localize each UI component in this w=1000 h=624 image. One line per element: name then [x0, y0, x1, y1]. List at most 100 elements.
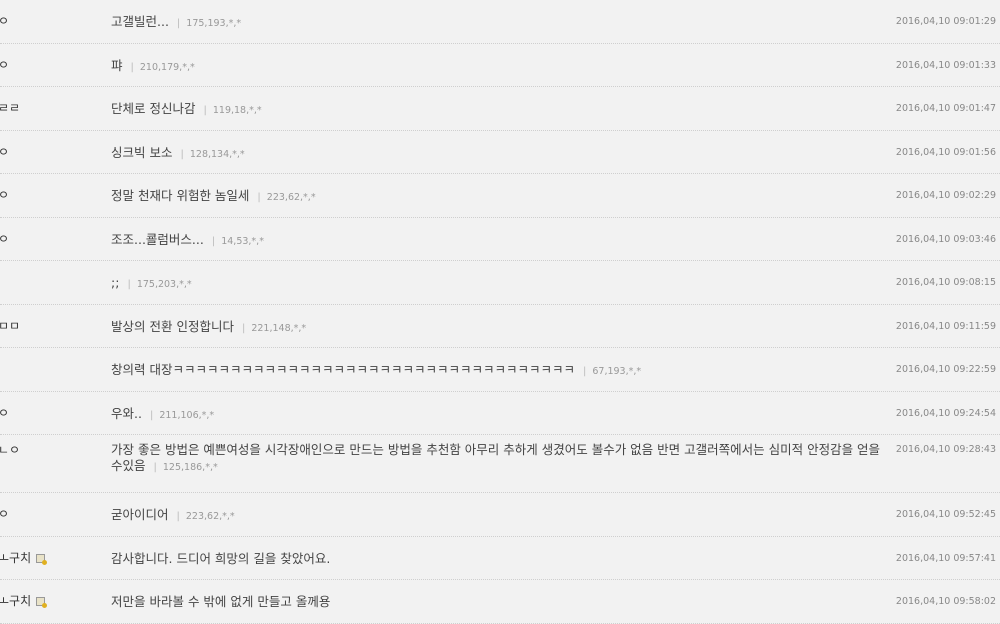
- comment-text: ;;: [111, 275, 120, 290]
- comment-ip: 223,62,*,*: [185, 511, 235, 522]
- ip-separator: |: [241, 322, 246, 334]
- comment-author-name[interactable]: ㅇ: [0, 14, 9, 28]
- comment-date: 2016,04,10 09:02:29: [895, 190, 996, 201]
- comment-author-name[interactable]: ㄹㄹ: [0, 101, 20, 115]
- comment-date: 2016,04,10 09:24:54: [895, 407, 996, 419]
- comment-text: 가장 좋은 방법은 예쁜여성을 시각장애인으로 만드는 방법을 추천함 아무리 …: [111, 442, 881, 473]
- comment-author-name[interactable]: ㅗ구치: [0, 594, 31, 608]
- comment-row: ㅇ 우와.. | 211,106,*,* 2016,04,10 09:24:54: [0, 392, 1000, 435]
- comment-date: 2016,04,10 09:58:02: [895, 596, 996, 607]
- comment-row: ㅁㅁ 발상의 전환 인정합니다 | 221,148,*,* 2016,04,10 09:…: [0, 305, 1000, 348]
- comment-author-name[interactable]: ㅇ: [0, 145, 9, 159]
- ip-separator: |: [153, 462, 157, 473]
- comment-author[interactable]: ㅇ: [0, 493, 9, 536]
- comment-author[interactable]: ㄹㄹ: [0, 87, 20, 130]
- comment-author-name[interactable]: ㅇ: [0, 58, 9, 72]
- comment-date: 2016,04,10 09:52:45: [895, 509, 996, 520]
- comment-content: 정말 천재다 위험한 놈일세 | 223,62,*,*: [111, 174, 881, 217]
- comment-author[interactable]: ㅗ구치: [0, 580, 48, 623]
- ip-separator: |: [203, 105, 207, 116]
- comment-ip: 221,148,*,*: [251, 322, 307, 334]
- comment-ip: 125,186,*,*: [162, 462, 218, 473]
- comment-date: 2016,04,10 09:01:56: [895, 146, 996, 158]
- comment-author[interactable]: ㄴㅇ: [0, 435, 20, 465]
- comment-date: 2016,04,10 09:08:15: [895, 277, 996, 288]
- comment-row: ㅇ 굳아이디어 | 223,62,*,* 2016,04,10 09:52:45: [0, 493, 1000, 537]
- comment-author-name[interactable]: ㅇ: [0, 406, 9, 420]
- comment-ip: 119,18,*,*: [212, 105, 262, 116]
- comment-author[interactable]: ㅇ: [0, 44, 9, 87]
- comment-content: 감사합니다. 드디어 희망의 길을 찾았어요.: [111, 537, 881, 580]
- comment-author-name[interactable]: ㄴㅇ: [0, 443, 20, 457]
- comment-author-name[interactable]: ㅇ: [0, 188, 9, 202]
- ip-separator: |: [176, 18, 181, 29]
- comment-text: 단체로 정신나감: [111, 101, 196, 116]
- comment-row: ㅇ 퍄 | 210,179,*,* 2016,04,10 09:01:33: [0, 44, 1000, 87]
- ip-separator: |: [582, 366, 587, 377]
- ip-separator: |: [257, 192, 261, 203]
- comment-text: 퍄: [111, 57, 123, 73]
- fixed-nick-icon: [36, 597, 48, 608]
- comment-text: 우와..: [111, 405, 142, 421]
- comment-date: 2016,04,10 09:28:43: [895, 444, 996, 455]
- comment-row: ㅗ구치 저만을 바라볼 수 밖에 없게 만들고 올께용 2016,04,10 09:…: [0, 580, 1000, 624]
- ip-separator: |: [180, 148, 184, 160]
- comment-date: 2016,04,10 09:57:41: [895, 552, 996, 564]
- comment-content: 단체로 정신나감 | 119,18,*,*: [111, 87, 881, 130]
- comment-list: ㅇ 고갤빌런... | 175,193,*,* 2016,04,10 09:01:29 ㅇ…: [0, 0, 1000, 624]
- comment-row: ㄹㄹ 단체로 정신나감 | 119,18,*,* 2016,04,10 09:01:47: [0, 87, 1000, 131]
- comment-text: 정말 천재다 위험한 놈일세: [111, 188, 250, 203]
- ip-separator: |: [176, 511, 180, 522]
- ip-separator: |: [149, 409, 154, 421]
- comment-content: 창의력 대장ㅋㅋㅋㅋㅋㅋㅋㅋㅋㅋㅋㅋㅋㅋㅋㅋㅋㅋㅋㅋㅋㅋㅋㅋㅋㅋㅋㅋㅋㅋㅋㅋㅋㅋ…: [111, 348, 881, 391]
- fixed-nick-icon: [36, 553, 48, 565]
- comment-row: ㅇ 조조...쿌럼버스... | 14,53,*,* 2016,04,10 09:03:…: [0, 218, 1000, 261]
- comment-author[interactable]: ㅇ: [0, 131, 9, 174]
- comment-ip: 223,62,*,*: [266, 192, 316, 203]
- ip-separator: |: [127, 279, 131, 290]
- comment-author-name[interactable]: ㅇ: [0, 232, 9, 246]
- comment-row: ㅇ 고갤빌런... | 175,193,*,* 2016,04,10 09:01:29: [0, 0, 1000, 44]
- comment-row: ㄴㅇ 가장 좋은 방법은 예쁜여성을 시각장애인으로 만드는 방법을 추천함 아무…: [0, 435, 1000, 493]
- comment-content: 발상의 전환 인정합니다 | 221,148,*,*: [111, 305, 881, 348]
- comment-date: 2016,04,10 09:01:47: [895, 103, 996, 114]
- comment-date: 2016,04,10 09:03:46: [895, 233, 996, 245]
- comment-ip: 67,193,*,*: [592, 366, 642, 377]
- comment-date: 2016,04,10 09:11:59: [895, 320, 996, 332]
- comment-content: 퍄 | 210,179,*,*: [111, 44, 881, 87]
- comment-content: 고갤빌런... | 175,193,*,*: [111, 0, 881, 43]
- comment-row: 창의력 대장ㅋㅋㅋㅋㅋㅋㅋㅋㅋㅋㅋㅋㅋㅋㅋㅋㅋㅋㅋㅋㅋㅋㅋㅋㅋㅋㅋㅋㅋㅋㅋㅋㅋㅋ…: [0, 348, 1000, 392]
- comment-text: 감사합니다. 드디어 희망의 길을 찾았어요.: [111, 550, 331, 566]
- comment-author-name[interactable]: ㅗ구치: [0, 551, 31, 565]
- comment-content: 조조...쿌럼버스... | 14,53,*,*: [111, 218, 881, 261]
- comment-ip: 211,106,*,*: [159, 409, 215, 421]
- comment-row: ;; | 175,203,*,* 2016,04,10 09:08:15: [0, 261, 1000, 305]
- comment-author[interactable]: ㅗ구치: [0, 537, 48, 580]
- comment-row: ㅇ 정말 천재다 위험한 놈일세 | 223,62,*,* 2016,04,10 09:…: [0, 174, 1000, 218]
- comment-ip: 210,179,*,*: [139, 61, 195, 73]
- ip-separator: |: [130, 61, 134, 73]
- comment-date: 2016,04,10 09:01:29: [895, 16, 996, 27]
- comment-content: 굳아이디어 | 223,62,*,*: [111, 493, 881, 536]
- comment-row: ㅇ 싱크빅 보소 | 128,134,*,* 2016,04,10 09:01:56: [0, 131, 1000, 174]
- comment-text: 고갤빌런...: [111, 14, 169, 29]
- comment-text: 싱크빅 보소: [111, 144, 173, 160]
- comment-author[interactable]: ㅇ: [0, 218, 9, 261]
- comment-author[interactable]: ㅇ: [0, 174, 9, 217]
- comment-text: 저만을 바라볼 수 밖에 없게 만들고 올께용: [111, 594, 331, 609]
- comment-text: 굳아이디어: [111, 507, 169, 522]
- comment-author[interactable]: ㅁㅁ: [0, 305, 20, 348]
- comment-ip: 175,203,*,*: [136, 279, 192, 290]
- comment-ip: 14,53,*,*: [221, 235, 264, 247]
- comment-text: 조조...쿌럼버스...: [111, 231, 204, 247]
- comment-text: 발상의 전환 인정합니다: [111, 318, 234, 334]
- ip-separator: |: [211, 235, 216, 247]
- comment-author[interactable]: ㅇ: [0, 392, 9, 435]
- comment-ip: 128,134,*,*: [189, 148, 245, 160]
- comment-content: ;; | 175,203,*,*: [111, 261, 881, 304]
- comment-date: 2016,04,10 09:01:33: [895, 59, 996, 71]
- comment-author[interactable]: ㅇ: [0, 0, 9, 43]
- comment-author-name[interactable]: ㅇ: [0, 507, 9, 521]
- comment-content: 가장 좋은 방법은 예쁜여성을 시각장애인으로 만드는 방법을 추천함 아무리 …: [111, 442, 881, 476]
- comment-author-name[interactable]: ㅁㅁ: [0, 319, 20, 333]
